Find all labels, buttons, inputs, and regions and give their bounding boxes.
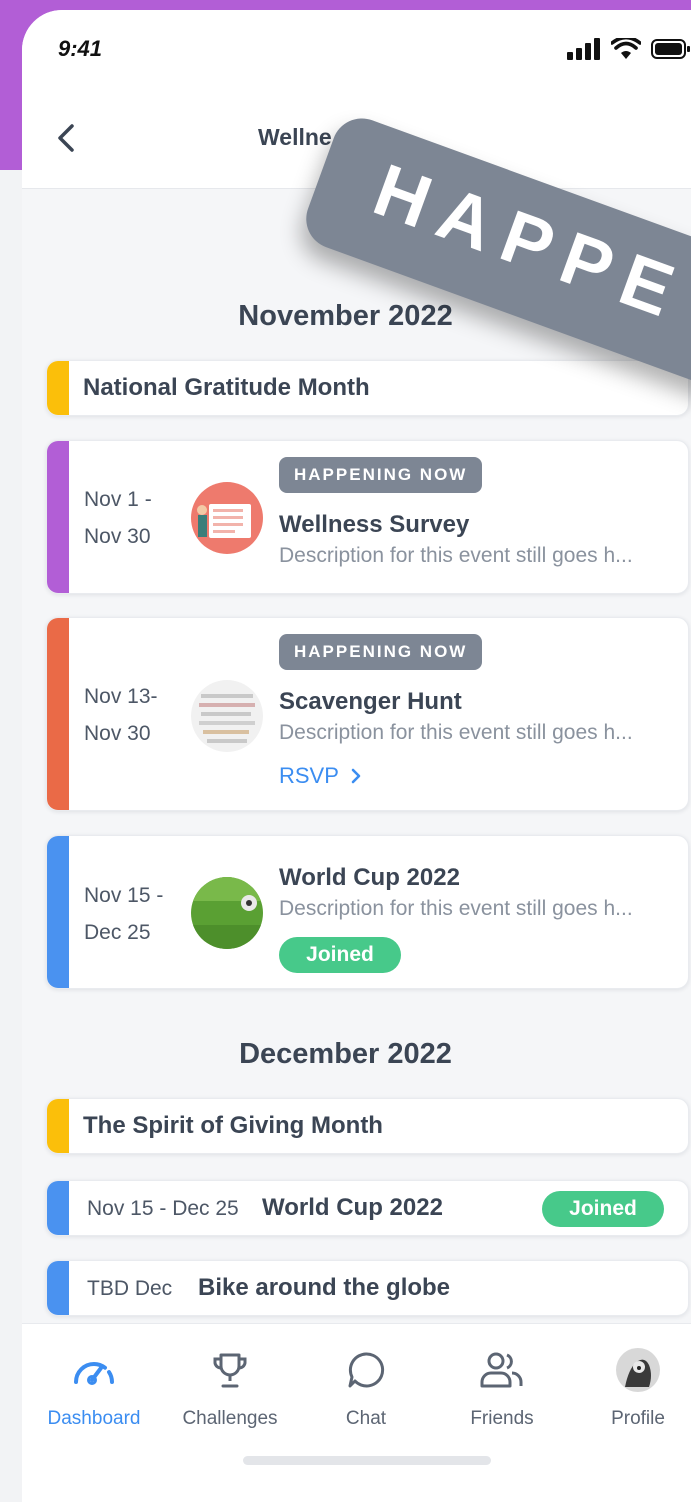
status-badge: HAPPENING NOW — [279, 457, 483, 493]
event-date: TBD Dec — [87, 1277, 173, 1300]
tab-challenges[interactable]: Challenges — [162, 1346, 298, 1430]
tab-chat[interactable]: Chat — [298, 1346, 434, 1430]
left-gutter — [0, 170, 22, 1502]
event-title: World Cup 2022 — [262, 1194, 443, 1221]
event-thumbnail — [191, 482, 263, 554]
joined-badge: Joined — [279, 937, 401, 973]
tab-label: Chat — [345, 1408, 387, 1429]
event-title: World Cup 2022 — [279, 864, 460, 891]
status-time: 9:41 — [58, 36, 103, 61]
tab-friends[interactable]: Friends — [434, 1346, 570, 1430]
color-bar — [47, 1181, 69, 1235]
battery-icon — [651, 39, 690, 59]
event-date: Nov 1 - Nov 30 — [84, 488, 152, 548]
event-description: Description for this event still goes h.… — [279, 897, 633, 920]
observance-title: The Spirit of Giving Month — [83, 1112, 383, 1139]
friends-icon — [480, 1352, 523, 1388]
month-heading: December 2022 — [239, 1038, 452, 1070]
event-description: Description for this event still goes h.… — [279, 721, 633, 744]
joined-badge: Joined — [542, 1191, 664, 1227]
event-date: Nov 15 - Dec 25 — [84, 884, 164, 944]
color-bar — [47, 618, 69, 810]
tab-dashboard[interactable]: Dashboard — [26, 1346, 162, 1430]
event-description: Description for this event still goes h.… — [279, 544, 633, 567]
color-bar — [47, 836, 69, 988]
observance-title: National Gratitude Month — [83, 374, 370, 401]
tab-bar: Dashboard Challenges Chat Friends Profil… — [22, 1323, 691, 1502]
status-bar: 9:41 — [22, 10, 691, 90]
tab-label: Profile — [611, 1408, 665, 1429]
color-bar — [47, 441, 69, 593]
status-badge: HAPPENING NOW — [279, 634, 483, 670]
event-title: Bike around the globe — [198, 1274, 451, 1301]
tab-profile[interactable]: Profile — [570, 1346, 691, 1430]
tab-label: Dashboard — [47, 1408, 141, 1429]
signal-icon — [567, 38, 600, 60]
wifi-icon — [611, 38, 641, 59]
avatar — [616, 1348, 660, 1392]
rsvp-link[interactable]: RSVP — [279, 763, 363, 789]
page-title: Wellne — [258, 124, 332, 150]
event-title: Wellness Survey — [279, 511, 470, 538]
gauge-icon — [74, 1362, 114, 1385]
event-thumbnail — [191, 680, 263, 752]
color-bar — [47, 1099, 69, 1153]
tab-label: Challenges — [182, 1408, 278, 1429]
phone-screen: 9:41 Wellne November 2022 National Grati… — [22, 10, 691, 1502]
event-row-world-cup[interactable]: Nov 15 - Dec 25 World Cup 2022 Joined — [46, 1180, 689, 1236]
observance-card[interactable]: The Spirit of Giving Month — [46, 1098, 689, 1154]
chevron-right-icon — [351, 768, 360, 784]
color-bar — [47, 361, 69, 415]
trophy-icon — [213, 1353, 247, 1388]
event-date: Nov 15 - Dec 25 — [87, 1197, 239, 1220]
color-bar — [47, 1261, 69, 1315]
event-card-wellness-survey[interactable]: Nov 1 - Nov 30 HAPPENING NOW Wellness Su… — [46, 440, 689, 594]
event-card-scavenger-hunt[interactable]: Nov 13- Nov 30 HAPPENING NOW Scavenger H… — [46, 617, 689, 811]
event-date: Nov 13- Nov 30 — [84, 685, 158, 745]
tab-label: Friends — [470, 1408, 534, 1429]
event-row-bike-globe[interactable]: TBD Dec Bike around the globe — [46, 1260, 689, 1316]
event-title: Scavenger Hunt — [279, 688, 462, 715]
home-indicator — [243, 1456, 491, 1465]
observance-card[interactable]: National Gratitude Month — [46, 360, 689, 416]
event-card-world-cup[interactable]: Nov 15 - Dec 25 World Cup 2022 Descripti… — [46, 835, 689, 989]
back-chevron-icon[interactable] — [52, 120, 82, 156]
chat-bubble-icon — [348, 1352, 385, 1388]
event-thumbnail — [191, 877, 263, 949]
